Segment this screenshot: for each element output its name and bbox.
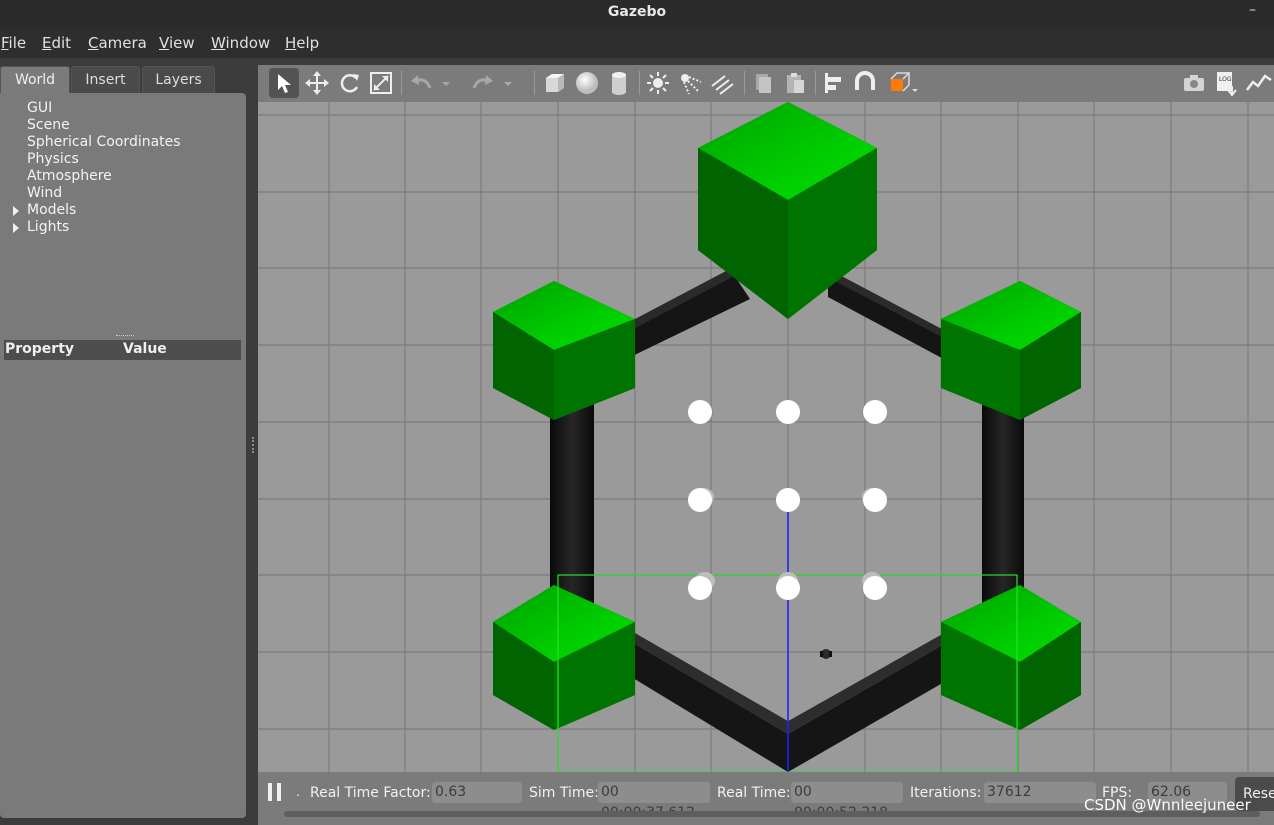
toolbar-separator — [401, 71, 402, 95]
sim-time-label: Sim Time: — [529, 785, 599, 801]
menu-edit[interactable]: Edit — [42, 34, 71, 52]
toolbar-separator — [639, 71, 640, 95]
toolbar-separator — [534, 71, 535, 95]
left-panel: World Insert Layers GUI Scene Spherical … — [0, 62, 250, 825]
tab-layers[interactable]: Layers — [142, 66, 215, 93]
3d-scene-viewport[interactable] — [258, 102, 1274, 773]
log-icon[interactable]: LOG — [1211, 68, 1241, 98]
menu-camera[interactable]: Camera — [88, 34, 147, 52]
tree-item-wind[interactable]: Wind — [27, 185, 181, 202]
box-icon[interactable] — [540, 68, 570, 98]
window-title: Gazebo — [607, 4, 667, 20]
expand-arrow-icon[interactable] — [13, 206, 19, 216]
directional-light-icon[interactable] — [707, 68, 737, 98]
redo-icon[interactable] — [468, 68, 498, 98]
translate-icon[interactable] — [302, 68, 332, 98]
splitter-grip[interactable] — [116, 335, 134, 338]
undo-icon[interactable] — [406, 68, 436, 98]
scale-icon[interactable] — [366, 68, 396, 98]
real-time-value: 00 00:00:52.218 — [791, 782, 903, 821]
minimize-button[interactable]: – — [1249, 2, 1256, 18]
real-time-factor-label: Real Time Factor: — [310, 785, 431, 801]
menu-window[interactable]: Window — [211, 34, 270, 52]
copy-icon[interactable] — [748, 68, 778, 98]
menu-file[interactable]: File — [1, 34, 26, 52]
tree-item-physics[interactable]: Physics — [27, 151, 181, 168]
property-table-header: Property Value — [4, 340, 241, 360]
screenshot-icon[interactable] — [1179, 68, 1209, 98]
svg-text:LOG: LOG — [1219, 76, 1232, 83]
render-window: LOG . Real Time Factor: 0.63 Sim Time: 0… — [258, 65, 1274, 825]
redo-dropdown-icon[interactable] — [500, 68, 516, 98]
tree-item-lights[interactable]: Lights — [13, 219, 181, 236]
tree-item-models[interactable]: Models — [13, 202, 181, 219]
spot-light-icon[interactable] — [675, 68, 705, 98]
menu-view[interactable]: View — [159, 34, 195, 52]
panel-splitter[interactable] — [252, 437, 256, 453]
tree-item-scene[interactable]: Scene — [27, 117, 181, 134]
watermark: CSDN @Wnnleejuneer — [1084, 796, 1251, 814]
toolbar: LOG — [258, 65, 1274, 102]
tab-insert[interactable]: Insert — [71, 66, 140, 93]
iterations-label: Iterations: — [910, 785, 982, 801]
cylinder-icon[interactable] — [604, 68, 634, 98]
iterations-value: 37612 — [984, 782, 1096, 803]
world-panel: GUI Scene Spherical Coordinates Physics … — [0, 93, 246, 818]
paste-icon[interactable] — [780, 68, 810, 98]
rotate-icon[interactable] — [334, 68, 364, 98]
tree-item-spherical-coordinates[interactable]: Spherical Coordinates — [27, 134, 181, 151]
menu-help[interactable]: Help — [285, 34, 319, 52]
undo-dropdown-icon[interactable] — [438, 68, 454, 98]
plot-icon[interactable] — [1243, 68, 1273, 98]
menu-bar: File Edit Camera View Window Help — [0, 28, 1274, 58]
world-tree: GUI Scene Spherical Coordinates Physics … — [13, 100, 181, 236]
tree-item-gui[interactable]: GUI — [27, 100, 181, 117]
toolbar-separator — [815, 71, 816, 95]
tree-item-atmosphere[interactable]: Atmosphere — [27, 168, 181, 185]
magnet-snap-icon[interactable] — [850, 68, 880, 98]
tab-world[interactable]: World — [0, 66, 70, 93]
view-angle-icon[interactable] — [886, 68, 922, 98]
align-icon[interactable] — [818, 68, 848, 98]
title-bar: Gazebo – — [0, 0, 1274, 28]
status-bar: . Real Time Factor: 0.63 Sim Time: 00 00… — [258, 772, 1274, 825]
property-column-header: Property — [5, 341, 75, 357]
real-time-factor-value: 0.63 — [432, 782, 522, 803]
value-column-header: Value — [123, 341, 167, 357]
select-arrow-icon[interactable] — [269, 68, 299, 98]
point-light-icon[interactable] — [643, 68, 673, 98]
pause-icon[interactable] — [268, 783, 282, 801]
expand-arrow-icon[interactable] — [13, 223, 19, 233]
sim-time-value: 00 00:00:37.612 — [598, 782, 710, 821]
sphere-icon[interactable] — [572, 68, 602, 98]
step-indicator: . — [296, 785, 300, 799]
real-time-label: Real Time: — [717, 785, 791, 801]
toolbar-separator — [744, 71, 745, 95]
